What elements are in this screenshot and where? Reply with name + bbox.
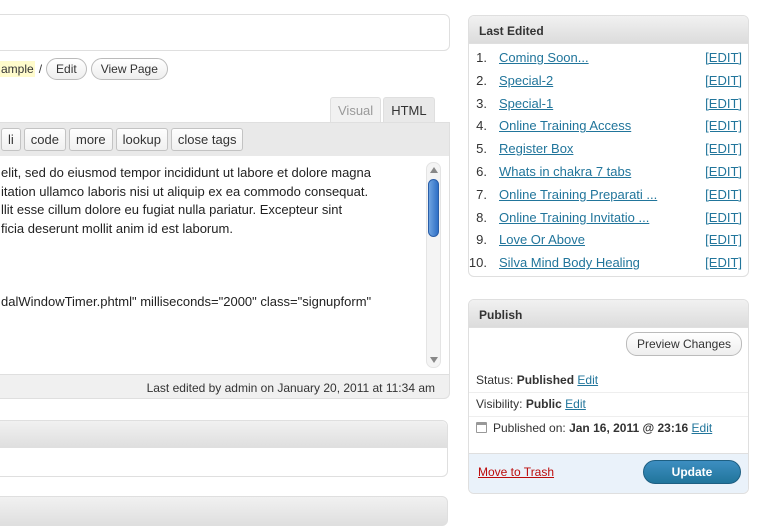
last-edited-edit-link[interactable]: [EDIT] xyxy=(705,96,742,111)
quicktag-more-button[interactable]: more xyxy=(68,128,113,151)
editor-line: dalWindowTimer.phtml" milliseconds="2000… xyxy=(1,294,372,309)
move-to-trash-link[interactable]: Move to Trash xyxy=(478,465,554,479)
last-edited-edit-link[interactable]: [EDIT] xyxy=(705,210,742,225)
publish-title[interactable]: Publish xyxy=(469,300,748,328)
last-edited-link[interactable]: Online Training Invitatio ... xyxy=(499,210,649,225)
list-item: 7. Online Training Preparati ... [EDIT] xyxy=(476,186,742,202)
list-item: 6. Whats in chakra 7 tabs [EDIT] xyxy=(476,163,742,179)
editor-scrollbar[interactable] xyxy=(426,162,441,368)
quicktag-li-button[interactable]: li xyxy=(1,128,21,151)
permalink-row: ample / Edit View Page xyxy=(0,58,168,80)
editor-line: elit, sed do eiusmod tempor incididunt u… xyxy=(1,165,371,180)
last-edited-title[interactable]: Last Edited xyxy=(469,16,748,44)
last-edited-link[interactable]: Special-2 xyxy=(499,73,553,88)
visibility-row: Visibility: Public Edit xyxy=(476,397,586,411)
tab-visual[interactable]: Visual xyxy=(330,97,382,122)
last-edited-link[interactable]: Whats in chakra 7 tabs xyxy=(499,164,631,179)
last-edited-list: 1. Coming Soon... [EDIT] 2. Special-2 [EDIT]… xyxy=(469,44,748,272)
content-textarea[interactable]: elit, sed do eiusmod tempor incididunt u… xyxy=(0,156,450,375)
last-edited-link[interactable]: Online Training Preparati ... xyxy=(499,187,657,202)
list-item: 2. Special-2 [EDIT] xyxy=(476,72,742,88)
scroll-up-arrow-icon[interactable] xyxy=(430,167,438,173)
post-status-row: Status: Published Edit xyxy=(476,373,598,387)
published-on-value: Jan 16, 2011 @ 23:16 xyxy=(569,421,689,435)
post-title-input[interactable] xyxy=(0,14,450,51)
list-item: 9. Love Or Above [EDIT] xyxy=(476,232,742,248)
last-edited-edit-link[interactable]: [EDIT] xyxy=(705,187,742,202)
last-edited-edit-link[interactable]: [EDIT] xyxy=(705,118,742,133)
scroll-down-arrow-icon[interactable] xyxy=(430,357,438,363)
meta-box[interactable] xyxy=(0,496,448,526)
last-edited-link[interactable]: Special-1 xyxy=(499,96,553,111)
edit-permalink-button[interactable]: Edit xyxy=(46,58,87,80)
last-edited-status: Last edited by admin on January 20, 2011… xyxy=(146,381,435,395)
last-edited-link[interactable]: Online Training Access xyxy=(499,118,631,133)
last-edited-edit-link[interactable]: [EDIT] xyxy=(705,141,742,156)
tab-html[interactable]: HTML xyxy=(383,97,435,122)
published-on-row: Published on: Jan 16, 2011 @ 23:16 Edit xyxy=(476,421,712,435)
visibility-value: Public xyxy=(525,397,562,411)
view-page-button[interactable]: View Page xyxy=(90,58,168,80)
last-edited-edit-link[interactable]: [EDIT] xyxy=(705,50,742,65)
last-edited-box: Last Edited 1. Coming Soon... [EDIT] 2. Spe… xyxy=(468,15,749,277)
editor-line: itation ullamco laboris nisi ut aliquip … xyxy=(1,183,369,199)
editor-line: ficia deserunt mollit anim id est laboru… xyxy=(1,220,233,236)
list-item: 8. Online Training Invitatio ... [EDIT] xyxy=(476,209,742,225)
last-edited-edit-link[interactable]: [EDIT] xyxy=(705,255,742,270)
quicktag-lookup-button[interactable]: lookup xyxy=(115,128,168,151)
last-edited-edit-link[interactable]: [EDIT] xyxy=(705,164,742,179)
list-item: 3. Special-1 [EDIT] xyxy=(476,95,742,111)
last-edited-edit-link[interactable]: [EDIT] xyxy=(705,232,742,247)
permalink-slug[interactable]: ample xyxy=(0,61,35,77)
last-edited-link[interactable]: Coming Soon... xyxy=(499,50,589,65)
calendar-icon xyxy=(476,422,487,433)
scrollbar-thumb[interactable] xyxy=(428,179,439,237)
published-on-label: Published on: xyxy=(493,421,566,435)
last-edited-link[interactable]: Love Or Above xyxy=(499,232,585,247)
editor-content: elit, sed do eiusmod tempor incididunt u… xyxy=(1,164,416,312)
meta-box-header[interactable] xyxy=(0,421,447,448)
quicktag-code-button[interactable]: code xyxy=(23,128,66,151)
edit-timestamp-link[interactable]: Edit xyxy=(692,421,713,435)
quicktag-close-tags-button[interactable]: close tags xyxy=(170,128,244,151)
edit-status-link[interactable]: Edit xyxy=(577,373,598,387)
list-item: 4. Online Training Access [EDIT] xyxy=(476,118,742,134)
editor-line: llit esse cillum dolore eu fugiat nulla … xyxy=(1,202,343,217)
preview-changes-button[interactable]: Preview Changes xyxy=(625,332,742,356)
last-edited-link[interactable]: Silva Mind Body Healing xyxy=(499,255,640,270)
editor-status-bar: Last edited by admin on January 20, 2011… xyxy=(0,375,450,399)
publish-box: Publish Preview Changes Status: Publishe… xyxy=(468,299,749,494)
quicktags-toolbar: li code more lookup close tags xyxy=(0,122,450,156)
status-label: Status: xyxy=(476,373,514,387)
status-value: Published xyxy=(516,373,575,387)
list-item: 10. Silva Mind Body Healing [EDIT] xyxy=(468,255,742,271)
last-edited-link[interactable]: Register Box xyxy=(499,141,573,156)
list-item: 1. Coming Soon... [EDIT] xyxy=(476,50,742,65)
list-item: 5. Register Box [EDIT] xyxy=(476,141,742,157)
update-button[interactable]: Update xyxy=(643,460,741,484)
last-edited-edit-link[interactable]: [EDIT] xyxy=(705,73,742,88)
visibility-label: Visibility: xyxy=(476,397,523,411)
publish-actions: Move to Trash Update xyxy=(469,453,748,493)
editor-tabs: Visual HTML xyxy=(330,97,435,122)
permalink-separator: / xyxy=(38,62,43,76)
meta-box xyxy=(0,420,448,477)
edit-visibility-link[interactable]: Edit xyxy=(565,397,586,411)
